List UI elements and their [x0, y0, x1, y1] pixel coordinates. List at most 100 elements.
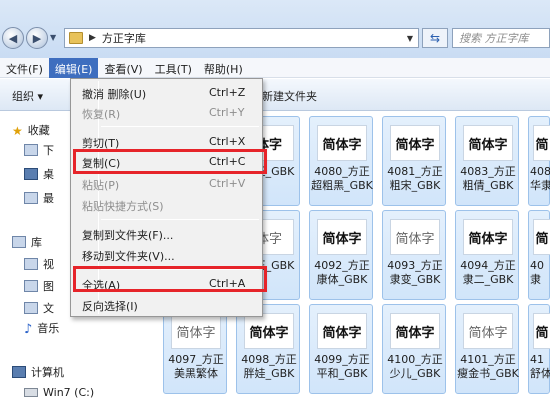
address-box[interactable]: ▶ 方正字库 ▼: [64, 28, 419, 48]
breadcrumb-current[interactable]: 方正字库: [102, 30, 146, 46]
menu-undo-delete[interactable]: 撤消 删除(U) Ctrl+Z: [73, 83, 260, 103]
menu-redo[interactable]: 恢复(R) Ctrl+Y: [73, 103, 260, 123]
nav-favorites[interactable]: ★ 收藏: [12, 122, 50, 138]
file-tile[interactable]: 简体字 4094_方正隶二_GBK: [455, 210, 519, 300]
breadcrumb-chevron-icon[interactable]: ▶: [89, 33, 96, 43]
nav-pictures[interactable]: 图: [24, 278, 54, 294]
menu-item-label: 恢复(R): [82, 108, 121, 121]
nav-libraries[interactable]: 库: [12, 234, 42, 250]
menu-item-label: 粘贴(P): [82, 179, 120, 192]
forward-button[interactable]: ▶: [26, 27, 48, 49]
copy-highlight-box: [73, 149, 267, 174]
font-preview: 简体字: [463, 219, 513, 255]
menu-edit[interactable]: 编辑(E): [48, 58, 99, 78]
refresh-button[interactable]: ⇆: [422, 28, 448, 48]
menu-item-label: 反向选择(I): [82, 300, 138, 313]
music-note-icon: ♪: [24, 322, 33, 337]
nav-drive-c-label: Win7 (C:): [43, 386, 95, 399]
recent-places-icon: [24, 192, 38, 204]
file-tile[interactable]: 简体字 4101_方正瘦金书_GBK: [455, 304, 519, 394]
computer-icon: [12, 366, 26, 378]
videos-icon: [24, 258, 38, 270]
file-tile[interactable]: 简 408华隶: [528, 116, 550, 206]
nav-videos[interactable]: 视: [24, 256, 54, 272]
file-name: 4097_方正美黑繁体: [168, 353, 224, 380]
file-name: 4092_方正康体_GBK: [314, 259, 370, 286]
recent-pages-dropdown[interactable]: ▼: [50, 33, 60, 43]
menu-tools[interactable]: 工具(T): [149, 58, 198, 78]
back-arrow-icon: ◀: [8, 31, 18, 45]
nav-recent[interactable]: 最: [24, 190, 54, 206]
nav-recent-label: 最: [43, 192, 54, 205]
file-name: 40隶: [530, 259, 544, 286]
desktop-icon: [24, 168, 38, 180]
menu-paste-shortcut[interactable]: 粘贴快捷方式(S): [73, 195, 260, 215]
font-preview: 简体字: [171, 313, 221, 349]
nav-music[interactable]: ♪ 音乐: [24, 320, 60, 337]
file-name: 4093_方正隶变_GBK: [387, 259, 443, 286]
font-preview: 简体字: [317, 125, 367, 161]
file-tile[interactable]: 简体字 4092_方正康体_GBK: [309, 210, 373, 300]
downloads-folder-icon: [24, 144, 38, 156]
file-tile[interactable]: 简体字 4098_方正胖娃_GBK: [236, 304, 300, 394]
menu-move-to-folder[interactable]: 移动到文件夹(V)...: [73, 245, 260, 265]
menu-help[interactable]: 帮助(H): [198, 58, 249, 78]
file-name: 408华隶: [530, 165, 550, 192]
nav-libraries-label: 库: [31, 236, 42, 249]
menu-item-shortcut: Ctrl+Y: [209, 106, 245, 119]
file-name: 4101_方正瘦金书_GBK: [457, 353, 519, 380]
file-tile[interactable]: 简体字 4100_方正少儿_GBK: [382, 304, 446, 394]
menu-item-shortcut: Ctrl+V: [209, 177, 246, 190]
menu-copy-to-folder[interactable]: 复制到文件夹(F)...: [73, 224, 260, 244]
font-preview: 简体字: [317, 313, 367, 349]
documents-icon: [24, 302, 38, 314]
nav-desktop-label: 桌: [43, 168, 54, 181]
file-tile[interactable]: 简体字 4093_方正隶变_GBK: [382, 210, 446, 300]
file-tile[interactable]: 简 40隶: [528, 210, 550, 300]
organize-button[interactable]: 组织 ▾: [12, 88, 43, 104]
file-name: 4100_方正少儿_GBK: [387, 353, 443, 380]
menu-invert-selection[interactable]: 反向选择(I): [73, 295, 260, 315]
menu-separator: [101, 219, 259, 220]
font-preview: 简体字: [390, 219, 440, 255]
menu-item-shortcut: Ctrl+Z: [209, 86, 246, 99]
nav-computer[interactable]: 计算机: [12, 364, 64, 380]
file-tile[interactable]: 简体字 4080_方正超粗黑_GBK: [309, 116, 373, 206]
nav-desktop[interactable]: 桌: [24, 166, 54, 182]
menu-item-shortcut: Ctrl+X: [209, 135, 246, 148]
address-dropdown-icon[interactable]: ▼: [402, 34, 418, 43]
back-button[interactable]: ◀: [2, 27, 24, 49]
font-preview: 简体字: [244, 313, 294, 349]
star-icon: ★: [12, 124, 23, 138]
menu-view[interactable]: 查看(V): [98, 58, 148, 78]
file-name: 4094_方正隶二_GBK: [460, 259, 516, 286]
nav-music-label: 音乐: [37, 322, 60, 335]
file-name: 4080_方正超粗黑_GBK: [311, 165, 373, 192]
menu-item-label: 复制到文件夹(F)...: [82, 229, 174, 242]
font-preview: 简: [533, 125, 550, 161]
font-preview: 简体字: [463, 313, 513, 349]
font-preview: 简体字: [390, 125, 440, 161]
file-tile[interactable]: 简体字 4083_方正粗倩_GBK: [455, 116, 519, 206]
file-tile[interactable]: 简体字 4097_方正美黑繁体: [163, 304, 227, 394]
nav-pictures-label: 图: [43, 280, 54, 293]
file-tile[interactable]: 简 41舒体: [528, 304, 550, 394]
nav-documents-label: 文: [43, 302, 54, 315]
nav-downloads[interactable]: 下: [24, 142, 54, 158]
menu-separator: [101, 126, 259, 127]
folder-icon: [69, 32, 83, 44]
file-name: 41舒体: [530, 353, 550, 380]
nav-documents[interactable]: 文: [24, 300, 54, 316]
file-tile[interactable]: 简体字 4099_方正平和_GBK: [309, 304, 373, 394]
new-folder-button[interactable]: 新建文件夹: [262, 88, 317, 104]
select-all-highlight-box: [73, 266, 267, 292]
file-name: 4083_方正粗倩_GBK: [460, 165, 516, 192]
font-preview: 简: [533, 219, 550, 255]
menu-file[interactable]: 文件(F): [0, 58, 49, 78]
menu-paste[interactable]: 粘贴(P) Ctrl+V: [73, 174, 260, 194]
nav-drive-c[interactable]: Win7 (C:): [24, 386, 94, 399]
file-tile[interactable]: 简体字 4081_方正粗宋_GBK: [382, 116, 446, 206]
nav-favorites-label: 收藏: [27, 124, 50, 137]
search-input[interactable]: 搜索 方正字库: [452, 28, 550, 48]
file-name: 4098_方正胖娃_GBK: [241, 353, 297, 380]
